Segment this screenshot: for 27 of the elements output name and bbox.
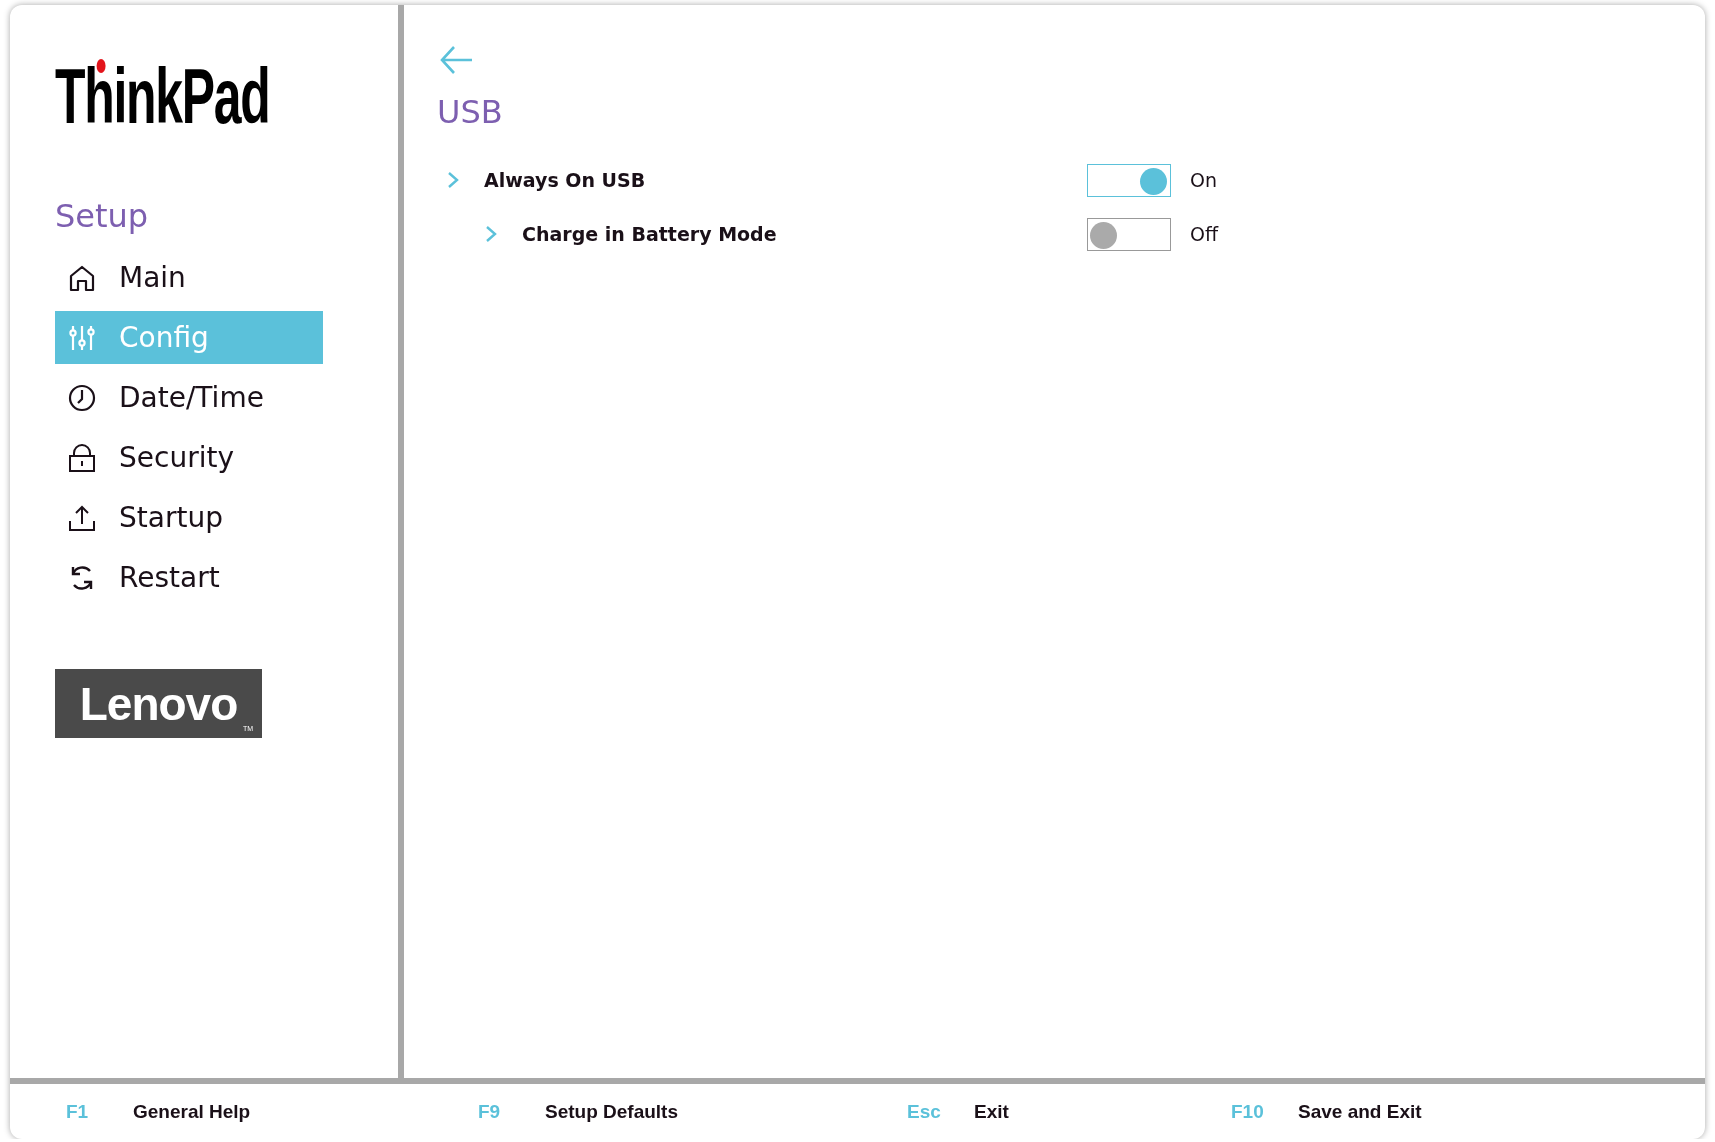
- logo-text: Lenovo: [79, 676, 238, 731]
- toggle-switch[interactable]: [1087, 217, 1171, 251]
- sidebar-item[interactable]: Restart: [55, 551, 323, 604]
- sidebar-title: Setup: [55, 197, 150, 235]
- shortcut-label[interactable]: Setup Defaults: [545, 1100, 679, 1123]
- shortcut-label[interactable]: Exit: [974, 1100, 1009, 1123]
- shortcut-key: Esc: [907, 1100, 974, 1123]
- shortcut-key: F9: [478, 1100, 545, 1123]
- sidebar-item[interactable]: Security: [55, 431, 323, 484]
- shortcut-label[interactable]: Save and Exit: [1298, 1100, 1422, 1123]
- page-title: USB: [437, 93, 504, 131]
- sidebar-item[interactable]: Date/Time: [55, 371, 323, 424]
- chevron-right-icon[interactable]: [446, 170, 460, 190]
- setting-label: Always On USB: [484, 169, 647, 191]
- shortcut-label[interactable]: General Help: [133, 1100, 251, 1123]
- sidebar-item[interactable]: Startup: [55, 491, 323, 544]
- lock-icon: [67, 442, 97, 473]
- setting-value: On: [1190, 169, 1217, 191]
- brand-logo: ThinkPad: [55, 57, 270, 135]
- chevron-right-icon[interactable]: [484, 224, 498, 244]
- toggle-switch[interactable]: [1087, 163, 1171, 197]
- sidebar-item[interactable]: Main: [55, 251, 323, 304]
- setting-label: Charge in Battery Mode: [522, 223, 778, 245]
- clock-icon: [67, 382, 97, 413]
- shortcut-key: F1: [66, 1100, 133, 1123]
- shortcut-key: F10: [1231, 1100, 1298, 1123]
- setting-value: Off: [1190, 223, 1219, 245]
